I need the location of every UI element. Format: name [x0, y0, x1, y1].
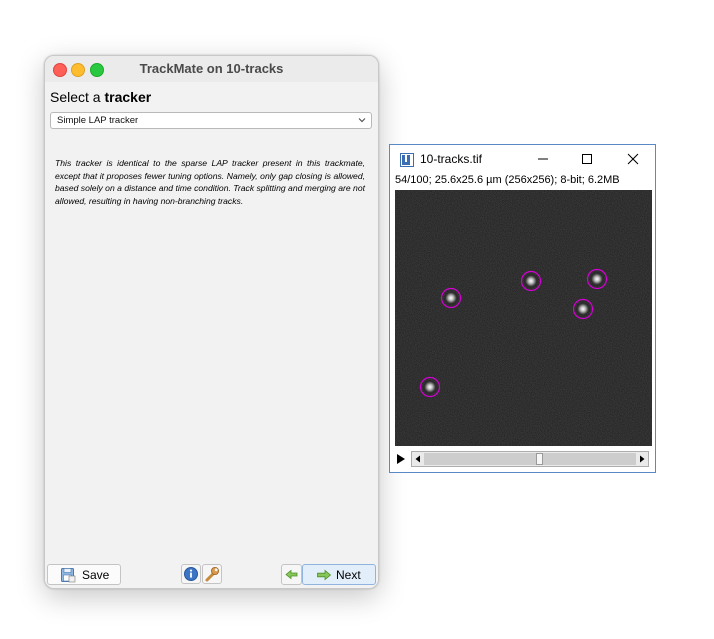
wrench-icon — [205, 567, 219, 582]
image-window-titlebar[interactable]: 10-tracks.tif — [390, 145, 655, 173]
image-window-title: 10-tracks.tif — [420, 152, 483, 166]
tracker-select-value: Simple LAP tracker — [57, 115, 139, 126]
frame-scrollbar[interactable] — [395, 450, 652, 468]
slider-track-right — [543, 453, 636, 465]
info-button[interactable] — [181, 564, 201, 584]
maximize-icon[interactable] — [572, 149, 602, 169]
next-button-label: Next — [336, 568, 361, 582]
image-canvas-svg — [395, 190, 652, 446]
arrow-left-icon — [285, 569, 298, 580]
arrow-right-icon — [317, 569, 332, 581]
spot[interactable] — [440, 287, 462, 309]
image-window: 10-tracks.tif 54/100; 25.6x25.6 µm (256x… — [389, 144, 656, 473]
page-title-bold: tracker — [104, 89, 152, 105]
page-title-prefix: Select a — [50, 89, 105, 105]
frame-slider-thumb[interactable] — [536, 453, 543, 465]
scroll-left-icon[interactable] — [414, 455, 422, 463]
tracker-description: This tracker is identical to the sparse … — [55, 158, 365, 206]
slider-track-left — [424, 453, 537, 465]
image-canvas[interactable] — [395, 190, 652, 446]
frame-slider-track[interactable] — [411, 451, 649, 467]
tracker-select[interactable]: Simple LAP tracker — [50, 112, 372, 129]
minimize-icon[interactable] — [528, 149, 558, 169]
trackmate-window: TrackMate on 10-tracks Select a tracker … — [44, 55, 379, 589]
configure-button[interactable] — [202, 564, 222, 584]
spot[interactable] — [572, 298, 594, 320]
chevron-down-icon — [358, 118, 366, 123]
save-icon — [61, 568, 76, 583]
previous-button[interactable] — [281, 564, 302, 585]
page-title: Select a tracker — [50, 89, 151, 105]
spot[interactable] — [419, 376, 441, 398]
play-icon[interactable] — [395, 453, 407, 465]
info-icon — [184, 567, 198, 581]
close-icon[interactable] — [618, 149, 648, 169]
imagej-icon — [400, 153, 414, 167]
scroll-right-icon[interactable] — [638, 455, 646, 463]
spot[interactable] — [586, 268, 608, 290]
spot[interactable] — [520, 270, 542, 292]
image-noise — [395, 190, 652, 446]
save-button-label: Save — [82, 568, 110, 582]
save-button[interactable]: Save — [47, 564, 121, 585]
window-title: TrackMate on 10-tracks — [139, 61, 284, 76]
trackmate-titlebar[interactable]: TrackMate on 10-tracks — [45, 56, 378, 82]
trackmate-panel: Select a tracker Simple LAP tracker This… — [45, 82, 378, 588]
image-info: 54/100; 25.6x25.6 µm (256x256); 8-bit; 6… — [395, 174, 620, 186]
next-button[interactable]: Next — [302, 564, 376, 585]
